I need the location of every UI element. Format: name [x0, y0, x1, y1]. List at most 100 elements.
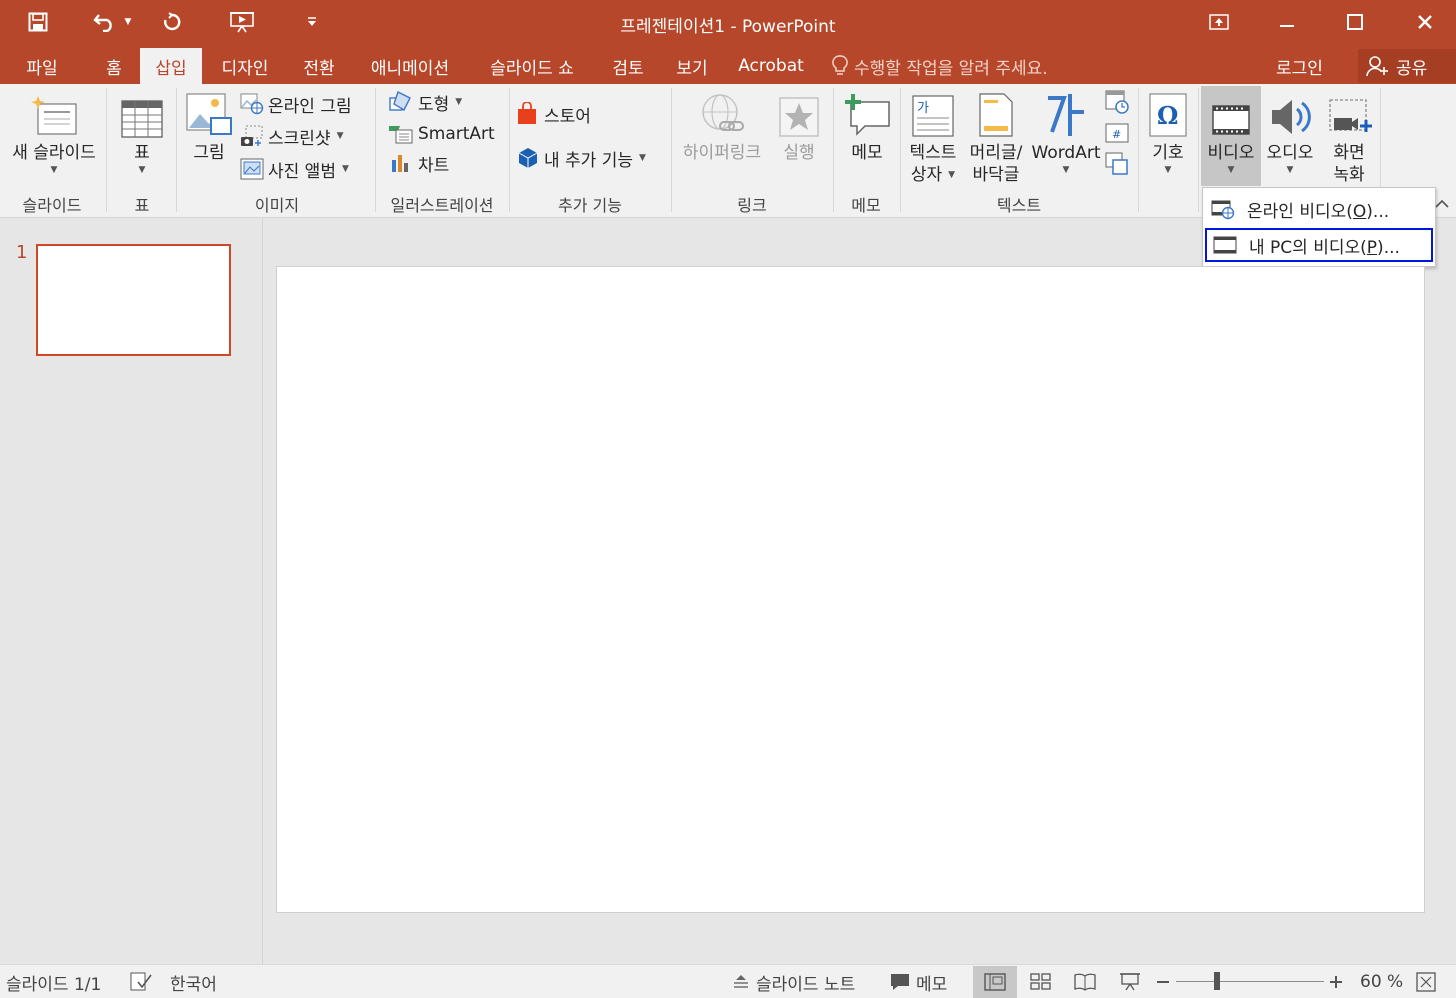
online-picture-icon — [240, 93, 264, 115]
new-comment-icon — [845, 94, 890, 136]
video-on-my-pc-menu-item[interactable]: 내 PC의 비디오(P)... — [1205, 228, 1433, 262]
notes-button[interactable]: 슬라이드 노트 — [732, 965, 855, 998]
tab-review[interactable]: 검토 — [600, 48, 656, 84]
tab-home[interactable]: 홈 — [90, 48, 138, 84]
login-link[interactable]: 로그인 — [1276, 48, 1323, 84]
online-video-menu-item[interactable]: 온라인 비디오(O)... — [1205, 192, 1433, 226]
tab-acrobat[interactable]: Acrobat — [730, 48, 812, 84]
repeat-button[interactable] — [156, 8, 188, 36]
online-video-icon — [1211, 200, 1235, 220]
new-slide-dropdown-icon[interactable]: ▼ — [51, 164, 58, 176]
my-addins-button[interactable]: 내 추가 기능 ▼ — [516, 144, 646, 172]
comments-pane-button[interactable]: 메모 — [890, 965, 947, 998]
object-button[interactable] — [1105, 150, 1133, 178]
action-button[interactable]: 실행 — [772, 86, 826, 164]
fit-to-window-icon — [1416, 972, 1436, 992]
slide-thumbnail[interactable] — [36, 244, 231, 356]
spelling-check-button[interactable] — [130, 965, 152, 998]
chart-button[interactable]: 차트 — [388, 149, 449, 177]
table-button[interactable]: 표 ▼ — [110, 86, 174, 176]
photo-album-label: 사진 앨범 — [268, 161, 336, 182]
language-status[interactable]: 한국어 — [170, 965, 217, 998]
slide-sorter-icon — [1030, 973, 1051, 990]
tell-me-search[interactable]: 수행할 작업을 알려 주세요. — [832, 48, 1048, 84]
undo-button[interactable]: ▼ — [86, 8, 138, 36]
undo-dropdown-icon[interactable]: ▼ — [125, 17, 132, 27]
minimize-button[interactable] — [1264, 4, 1310, 40]
tab-design[interactable]: 디자인 — [210, 48, 280, 84]
zoom-out-button[interactable] — [1156, 965, 1170, 998]
wordart-dropdown-icon[interactable]: ▼ — [1063, 164, 1070, 176]
picture-button[interactable]: 그림 — [180, 86, 238, 164]
customize-caret-icon — [308, 17, 316, 26]
slide-canvas[interactable] — [276, 266, 1425, 913]
shapes-dropdown-icon[interactable]: ▼ — [455, 96, 462, 108]
textbox-dropdown-icon[interactable]: ▼ — [948, 169, 955, 181]
textbox-button[interactable]: 가 텍스트 상자 ▼ — [904, 86, 962, 186]
shapes-button[interactable]: 도형 ▼ — [388, 88, 462, 116]
audio-button[interactable]: 오디오 ▼ — [1262, 86, 1318, 176]
shapes-icon — [389, 91, 411, 111]
photo-album-button[interactable]: 사진 앨범 ▼ — [240, 155, 349, 183]
reading-view-button[interactable] — [1063, 966, 1107, 998]
normal-view-button[interactable] — [973, 966, 1017, 998]
maximize-button[interactable] — [1332, 4, 1378, 40]
online-picture-button[interactable]: 온라인 그림 — [240, 90, 352, 118]
ribbon-display-options-button[interactable] — [1196, 4, 1242, 40]
zoom-slider[interactable] — [1176, 965, 1324, 998]
hyperlink-label: 하이퍼링크 — [682, 143, 762, 163]
tab-slideshow[interactable]: 슬라이드 쇼 — [476, 48, 588, 84]
close-button[interactable] — [1402, 4, 1448, 40]
comments-icon — [891, 974, 909, 990]
wordart-button[interactable]: WordArt ▼ — [1030, 86, 1102, 176]
fit-to-window-button[interactable] — [1416, 965, 1436, 998]
header-footer-button[interactable]: 머리글/ 바닥글 — [964, 86, 1028, 186]
lightbulb-icon — [832, 55, 848, 75]
tab-transitions[interactable]: 전환 — [290, 48, 348, 84]
powerpoint-window: ▼ 프레젠테이션1 - PowerPoint 파일 홈 삽입 디자인 전환 애니… — [0, 0, 1456, 998]
save-button[interactable] — [22, 8, 54, 36]
slide-sorter-view-button[interactable] — [1019, 966, 1063, 998]
reading-view-icon — [1074, 973, 1096, 991]
group-separator — [1138, 88, 1139, 212]
audio-dropdown-icon[interactable]: ▼ — [1287, 164, 1294, 176]
customize-quick-access-button[interactable] — [296, 8, 328, 36]
my-addins-dropdown-icon[interactable]: ▼ — [639, 152, 646, 164]
picture-label: 그림 — [193, 143, 225, 163]
screenshot-dropdown-icon[interactable]: ▼ — [337, 130, 344, 142]
new-slide-button[interactable]: 새 슬라이드 ▼ — [2, 86, 106, 176]
hyperlink-button[interactable]: 하이퍼링크 — [674, 86, 770, 164]
start-from-beginning-button[interactable] — [226, 8, 258, 36]
video-dropdown-icon[interactable]: ▼ — [1228, 164, 1235, 176]
tab-insert[interactable]: 삽입 — [140, 48, 202, 84]
smartart-icon — [389, 126, 413, 144]
smartart-button[interactable]: SmartArt — [388, 120, 495, 148]
tab-view[interactable]: 보기 — [664, 48, 720, 84]
tab-file[interactable]: 파일 — [12, 48, 72, 84]
comment-button[interactable]: 메모 — [836, 86, 898, 164]
symbol-button[interactable]: Ω 기호 ▼ — [1140, 86, 1196, 176]
new-slide-label: 새 슬라이드 — [12, 143, 96, 163]
zoom-level[interactable]: 60 % — [1360, 965, 1403, 998]
share-button[interactable]: 공유 — [1358, 49, 1456, 83]
slide-thumbnail-number: 1 — [16, 242, 28, 263]
screen-recording-button[interactable]: 화면 녹화 — [1320, 86, 1378, 186]
table-label: 표 — [134, 143, 150, 163]
maximize-icon — [1347, 14, 1363, 30]
video-button[interactable]: 비디오 ▼ — [1201, 86, 1261, 186]
table-dropdown-icon[interactable]: ▼ — [139, 164, 146, 176]
store-button[interactable]: 스토어 — [516, 100, 591, 128]
zoom-in-button[interactable] — [1329, 965, 1343, 998]
symbol-dropdown-icon[interactable]: ▼ — [1165, 164, 1172, 176]
slide-number-button[interactable]: # — [1105, 120, 1133, 148]
screenshot-button[interactable]: 스크린샷 ▼ — [240, 122, 343, 150]
tab-animations[interactable]: 애니메이션 — [358, 48, 462, 84]
wordart-icon — [1048, 94, 1084, 136]
zoom-slider-thumb[interactable] — [1214, 972, 1220, 990]
date-time-button[interactable] — [1105, 88, 1133, 116]
header-footer-icon — [979, 93, 1013, 137]
notes-icon — [734, 975, 748, 988]
photo-album-dropdown-icon[interactable]: ▼ — [342, 163, 349, 175]
slideshow-view-button[interactable] — [1108, 966, 1152, 998]
collapse-ribbon-icon[interactable] — [1434, 196, 1450, 212]
